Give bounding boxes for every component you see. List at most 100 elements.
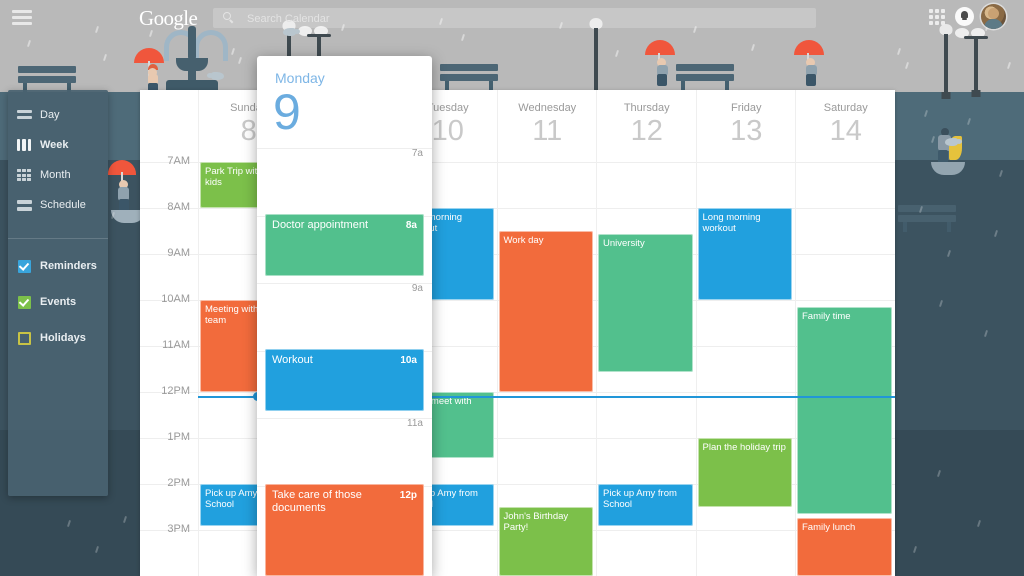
time-gutter-header bbox=[140, 90, 198, 162]
search-icon bbox=[223, 12, 234, 24]
sidebar-divider bbox=[8, 238, 108, 239]
day-header-number: 11 bbox=[532, 115, 563, 147]
checkbox-holidays-icon[interactable] bbox=[8, 331, 40, 345]
hour-label: 2PM bbox=[167, 477, 190, 489]
hour-label: 3PM bbox=[167, 523, 190, 535]
popup-hour-label: 9a bbox=[411, 283, 423, 294]
bird bbox=[945, 138, 962, 146]
hamburger-menu-icon[interactable] bbox=[12, 9, 32, 25]
lamp-post-double bbox=[955, 28, 989, 100]
sidebar-item-label: Schedule bbox=[40, 199, 86, 211]
hour-label: 11AM bbox=[162, 339, 190, 351]
month-view-icon bbox=[8, 169, 40, 181]
sidebar-filter-label: Reminders bbox=[40, 260, 97, 272]
google-logo: Google bbox=[139, 6, 198, 30]
popup-hour-row[interactable]: 11a bbox=[257, 418, 432, 484]
schedule-view-icon bbox=[8, 199, 40, 211]
sidebar-filter-holidays[interactable]: Holidays bbox=[8, 323, 108, 353]
view-sidebar: Day Week Month Schedule Reminders Events Holid… bbox=[8, 90, 108, 496]
calendar-event[interactable]: Plan the holiday trip bbox=[697, 438, 792, 507]
hour-label: 9AM bbox=[167, 247, 190, 259]
popup-event-time: 8a bbox=[405, 220, 417, 231]
park-bench bbox=[440, 64, 498, 91]
notification-bell-icon[interactable] bbox=[955, 7, 974, 26]
popup-header: Monday 9 bbox=[257, 56, 432, 149]
week-view-icon bbox=[8, 139, 40, 151]
day-header-thursday[interactable]: Thursday 12 bbox=[596, 90, 697, 162]
top-bar: Google bbox=[0, 0, 1024, 35]
checkbox-events-icon[interactable] bbox=[8, 295, 40, 309]
sidebar-item-label: Month bbox=[40, 169, 71, 181]
calendar-event[interactable]: Family time bbox=[797, 307, 892, 514]
popup-hour-label: 7a bbox=[411, 148, 423, 159]
sidebar-filter-label: Events bbox=[40, 296, 77, 308]
person-in-boat bbox=[925, 126, 965, 196]
day-header-name: Thursday bbox=[623, 102, 670, 114]
sidebar-item-label: Day bbox=[40, 109, 60, 121]
calendar-event[interactable]: Pick up Amy from School bbox=[598, 484, 693, 526]
person-with-umbrella bbox=[645, 40, 677, 86]
person-with-umbrella bbox=[134, 48, 168, 94]
checkbox-reminders-icon[interactable] bbox=[8, 259, 40, 273]
column-divider bbox=[695, 162, 697, 576]
day-header-wednesday[interactable]: Wednesday 11 bbox=[496, 90, 598, 162]
search-bar[interactable] bbox=[213, 8, 816, 30]
hour-label: 1PM bbox=[167, 431, 190, 443]
day-header-name: Wednesday bbox=[518, 102, 577, 114]
calendar-panel: Sunday8Monday9Tuesday10Wednesday11Thursd… bbox=[140, 90, 895, 576]
popup-event-time: 12p bbox=[399, 490, 417, 501]
calendar-day-headers: Sunday8Monday9Tuesday10Wednesday11Thursd… bbox=[140, 90, 895, 163]
bird bbox=[211, 72, 224, 80]
day-header-friday[interactable]: Friday 13 bbox=[695, 90, 797, 162]
person-on-skateboard bbox=[928, 128, 930, 130]
sidebar-item-schedule[interactable]: Schedule bbox=[8, 190, 108, 220]
column-divider bbox=[894, 162, 895, 576]
calendar-event[interactable]: John's Birthday Party! bbox=[498, 507, 593, 576]
column-divider bbox=[596, 162, 597, 576]
hour-label: 10AM bbox=[161, 293, 190, 305]
popup-hour-row[interactable]: 9a bbox=[257, 283, 432, 349]
popup-event-title: Doctor appointment bbox=[272, 219, 368, 231]
sidebar-item-label: Week bbox=[40, 139, 69, 151]
popup-event[interactable]: Doctor appointment 8a bbox=[265, 214, 424, 276]
hour-label: 12PM bbox=[161, 385, 190, 397]
sidebar-filter-reminders[interactable]: Reminders bbox=[8, 251, 108, 281]
day-header-number: 12 bbox=[630, 115, 663, 147]
lamp-post bbox=[938, 24, 954, 100]
popup-hour-row[interactable]: 7a bbox=[257, 148, 432, 214]
search-input[interactable] bbox=[245, 8, 809, 30]
day-view-icon bbox=[8, 109, 40, 121]
popup-hour-label: 11a bbox=[407, 418, 423, 429]
sidebar-item-week[interactable]: Week bbox=[8, 130, 108, 160]
popup-event-title: Take care of those documents bbox=[272, 489, 362, 514]
sidebar-filter-label: Holidays bbox=[40, 332, 86, 344]
day-header-number: 13 bbox=[730, 115, 763, 147]
person-with-umbrella bbox=[794, 40, 826, 86]
day-header-saturday[interactable]: Saturday 14 bbox=[795, 90, 895, 162]
popup-event[interactable]: Take care of those documents 12p bbox=[265, 484, 424, 576]
column-divider bbox=[795, 162, 796, 576]
sidebar-item-day[interactable]: Day bbox=[8, 100, 108, 130]
apps-grid-icon[interactable] bbox=[929, 9, 945, 25]
column-divider bbox=[496, 162, 498, 576]
hour-label: 7AM bbox=[167, 155, 190, 167]
user-avatar[interactable] bbox=[981, 4, 1006, 29]
popup-day-number: 9 bbox=[273, 84, 301, 140]
calendar-event[interactable]: Long morning workout bbox=[697, 208, 792, 300]
popup-event-time: 10a bbox=[400, 355, 417, 366]
calendar-event[interactable]: University bbox=[598, 234, 693, 372]
hour-label: 8AM bbox=[167, 201, 190, 213]
calendar-grid[interactable]: 7AM 8AM 9AM 10AM 11AM 12PM 1PM 2PM 3PM Park Trip … bbox=[140, 155, 895, 576]
column-divider bbox=[198, 162, 199, 576]
sidebar-item-month[interactable]: Month bbox=[8, 160, 108, 190]
park-bench bbox=[676, 64, 734, 91]
day-header-number: 14 bbox=[829, 115, 862, 147]
calendar-event[interactable]: Family lunch bbox=[797, 518, 892, 576]
day-detail-popup[interactable]: Monday 9 7a 8a 9a 10a 11a 12p Doctor appointme… bbox=[257, 56, 432, 576]
park-bench bbox=[898, 205, 956, 232]
day-header-name: Friday bbox=[730, 102, 762, 114]
popup-event-title: Workout bbox=[272, 354, 313, 366]
calendar-event[interactable]: Work day bbox=[498, 231, 593, 392]
sidebar-filter-events[interactable]: Events bbox=[8, 287, 108, 317]
popup-event[interactable]: Workout 10a bbox=[265, 349, 424, 411]
